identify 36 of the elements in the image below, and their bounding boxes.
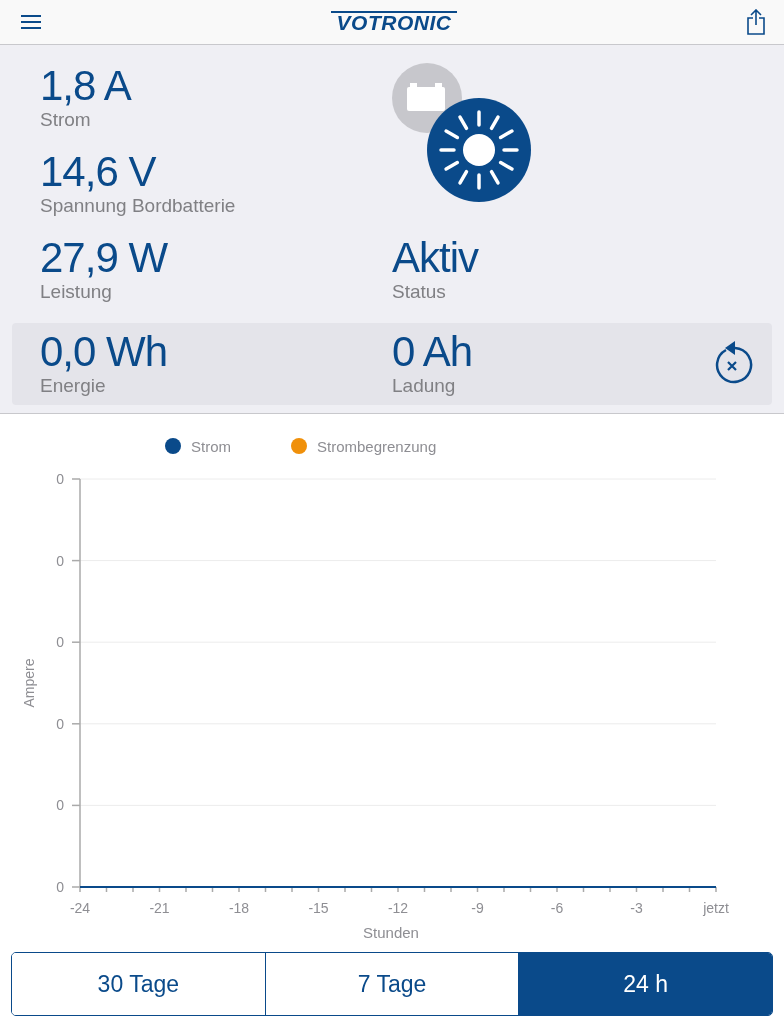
menu-icon[interactable] xyxy=(20,14,42,30)
stat-label: Status xyxy=(392,281,446,303)
stat-label: Energie xyxy=(40,375,106,397)
y-tick-label: 0 xyxy=(56,634,64,651)
x-axis-title: Stunden xyxy=(363,924,419,941)
y-tick-label: 0 xyxy=(56,797,64,814)
x-tick-label: -6 xyxy=(550,900,564,916)
stat-value: Aktiv xyxy=(392,235,478,281)
stat-label: Spannung Bordbatterie xyxy=(40,195,236,217)
legend-label: Strom xyxy=(191,438,231,455)
x-tick-label: -24 xyxy=(69,900,91,916)
stat-value: 27,9 W xyxy=(40,235,168,281)
y-axis-title: Ampere xyxy=(21,658,37,708)
y-tick-label: 0 xyxy=(56,879,64,895)
stat-label: Strom xyxy=(40,109,91,131)
stat-value: 0 Ah xyxy=(392,329,473,375)
x-tick-label: -21 xyxy=(149,900,170,916)
x-tick-label: -18 xyxy=(228,900,250,916)
stat-label: Leistung xyxy=(40,281,112,303)
logo: VOTRONIC xyxy=(330,11,458,33)
x-tick-label: -12 xyxy=(387,900,409,916)
y-tick-label: 0 xyxy=(56,471,64,487)
x-tick-label: -15 xyxy=(308,900,329,916)
x-tick-label: jetzt xyxy=(703,900,729,916)
range-tab[interactable]: 24 h xyxy=(518,953,772,1015)
x-tick-label: -3 xyxy=(630,900,643,916)
y-tick-label: 0 xyxy=(56,552,64,569)
stat-value: 14,6 V xyxy=(40,149,156,195)
share-icon[interactable] xyxy=(746,9,766,35)
x-tick-label: -9 xyxy=(471,900,484,916)
stat-label: Ladung xyxy=(392,375,456,397)
stat-value: 0,0 Wh xyxy=(40,329,168,375)
sun-icon xyxy=(427,98,531,202)
legend-label: Strombegrenzung xyxy=(317,438,437,455)
stat-value: 1,8 A xyxy=(40,63,131,109)
y-tick-label: 0 xyxy=(56,715,64,732)
